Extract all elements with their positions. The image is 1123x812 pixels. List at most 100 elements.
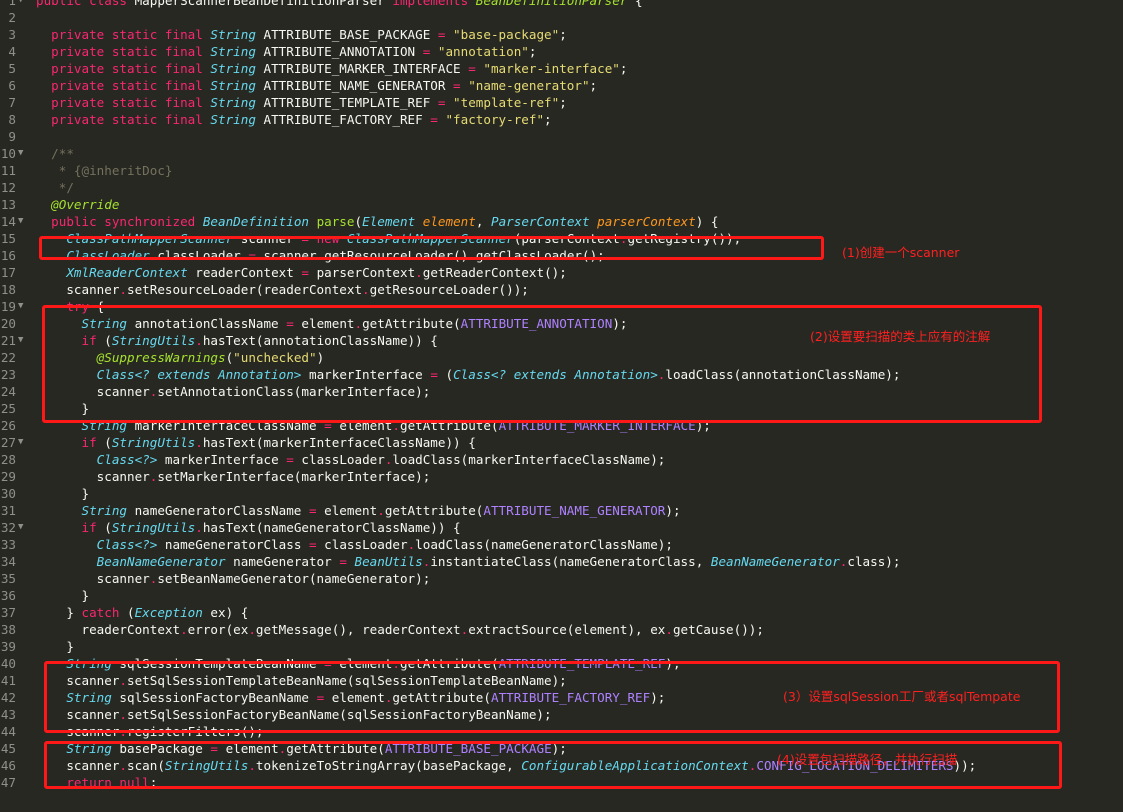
- line-number: 35: [0, 571, 16, 586]
- line-number: 31: [0, 503, 16, 518]
- code-token: =: [468, 61, 484, 76]
- code-text: XmlReaderContext readerContext = parserC…: [36, 264, 566, 281]
- line-number: 20: [0, 316, 16, 331]
- code-token: private static final: [51, 44, 211, 59]
- code-line[interactable]: 29 scanner.setMarkerInterface(markerInte…: [0, 468, 1123, 485]
- fold-arrow-icon[interactable]: ▼: [18, 434, 28, 451]
- code-token: "marker-interface": [483, 61, 620, 76]
- code-token: loadClass(markerInterfaceClassName);: [392, 452, 666, 467]
- line-number: 36: [0, 588, 16, 603]
- code-token: BeanUtils: [354, 554, 423, 569]
- code-token: MapperScannerBeanDefinitionParser: [134, 0, 393, 8]
- code-token: "template-ref": [453, 95, 560, 110]
- code-text: /**: [36, 145, 74, 162]
- code-token: .: [415, 265, 423, 280]
- code-token: ) {: [695, 214, 719, 229]
- line-number: 23: [0, 367, 16, 382]
- code-line[interactable]: 17 XmlReaderContext readerContext = pars…: [0, 264, 1123, 281]
- code-token: BeanDefinitionParser: [475, 0, 628, 8]
- code-line[interactable]: 14 ▼ public synchronized BeanDefinition p…: [0, 213, 1123, 230]
- line-number: 33: [0, 537, 16, 552]
- code-token: =: [286, 452, 302, 467]
- code-token: Element: [362, 214, 423, 229]
- line-number: 16: [0, 248, 16, 263]
- code-line[interactable]: 1 ▼ public class MapperScannerBeanDefiniti…: [0, 0, 1123, 9]
- code-token: }: [36, 486, 90, 501]
- code-line[interactable]: 8 private static final String ATTRIBUTE_…: [0, 111, 1123, 128]
- fold-arrow-icon[interactable]: ▼: [18, 519, 28, 536]
- code-token: getCause());: [672, 622, 764, 637]
- code-token: ;: [528, 44, 537, 59]
- code-token: ;: [544, 112, 552, 127]
- code-line[interactable]: 10 ▼ /**: [0, 145, 1123, 162]
- code-line[interactable]: 13 @Override: [0, 196, 1123, 213]
- line-number: 10: [0, 146, 16, 161]
- code-token: /**: [51, 146, 74, 161]
- code-line[interactable]: 32 ▼ if (StringUtils.hasText(nameGenerato…: [0, 519, 1123, 536]
- code-token: nameGeneratorClassName: [134, 503, 309, 518]
- line-number: 26: [0, 418, 16, 433]
- code-token: String: [210, 95, 264, 110]
- code-text: BeanNameGenerator nameGenerator = BeanUt…: [36, 553, 901, 570]
- code-line[interactable]: 2: [0, 9, 1123, 26]
- code-line[interactable]: 3 private static final String ATTRIBUTE_…: [0, 26, 1123, 43]
- annotation-note-3: (3）设置sqlSession工厂或者sqlTempate: [783, 689, 1021, 704]
- code-line[interactable]: 5 private static final String ATTRIBUTE_…: [0, 60, 1123, 77]
- code-line[interactable]: 11 * {@inheritDoc}: [0, 162, 1123, 179]
- code-token: Class<?>: [96, 537, 165, 552]
- line-number: 21: [0, 333, 16, 348]
- code-line[interactable]: 35 scanner.setBeanNameGenerator(nameGene…: [0, 570, 1123, 587]
- line-number: 13: [0, 197, 16, 212]
- fold-arrow-icon[interactable]: ▼: [18, 0, 28, 9]
- code-token: catch: [81, 605, 127, 620]
- code-line[interactable]: 7 private static final String ATTRIBUTE_…: [0, 94, 1123, 111]
- code-line[interactable]: 33 Class<?> nameGeneratorClass = classLo…: [0, 536, 1123, 553]
- code-token: =: [301, 265, 317, 280]
- code-token: classLoader: [324, 537, 408, 552]
- code-token: setResourceLoader(readerContext: [127, 282, 363, 297]
- code-line[interactable]: 4 private static final String ATTRIBUTE_…: [0, 43, 1123, 60]
- line-number: 7: [8, 95, 16, 110]
- code-line[interactable]: 31 String nameGeneratorClassName = eleme…: [0, 502, 1123, 519]
- code-line[interactable]: 36 }: [0, 587, 1123, 604]
- code-token: =: [437, 27, 454, 42]
- code-line[interactable]: 12 */: [0, 179, 1123, 196]
- code-text: * {@inheritDoc}: [36, 162, 173, 179]
- code-line[interactable]: 27 ▼ if (StringUtils.hasText(markerInterf…: [0, 434, 1123, 451]
- line-number: 39: [0, 639, 16, 654]
- code-token: error(ex: [187, 622, 249, 637]
- code-token: ATTRIBUTE_TEMPLATE_REF: [263, 95, 438, 110]
- code-token: parserContext: [316, 265, 416, 280]
- code-text: */: [36, 179, 74, 196]
- code-line[interactable]: 38 readerContext.error(ex.getMessage(), …: [0, 621, 1123, 638]
- code-token: String: [210, 61, 264, 76]
- code-token: scanner: [36, 282, 120, 297]
- code-line[interactable]: 39 }: [0, 638, 1123, 655]
- code-line[interactable]: 18 scanner.setResourceLoader(readerConte…: [0, 281, 1123, 298]
- line-number: 24: [0, 384, 16, 399]
- code-token: @Override: [51, 197, 120, 212]
- fold-arrow-icon[interactable]: ▼: [18, 332, 28, 349]
- code-line[interactable]: 9: [0, 128, 1123, 145]
- code-token: .: [195, 435, 203, 450]
- code-line[interactable]: 37 } catch (Exception ex) {: [0, 604, 1123, 621]
- code-token: hasText(markerInterfaceClassName)) {: [202, 435, 476, 450]
- code-text: private static final String ATTRIBUTE_MA…: [36, 60, 627, 77]
- fold-arrow-icon[interactable]: ▼: [18, 145, 28, 162]
- code-token: ATTRIBUTE_MARKER_INTERFACE: [263, 61, 469, 76]
- code-line[interactable]: 30 }: [0, 485, 1123, 502]
- fold-arrow-icon[interactable]: ▼: [18, 213, 28, 230]
- fold-arrow-icon[interactable]: ▼: [18, 298, 28, 315]
- code-text: if (StringUtils.hasText(markerInterfaceC…: [36, 434, 476, 451]
- line-number: 15: [0, 231, 16, 246]
- line-number: 37: [0, 605, 16, 620]
- code-line[interactable]: 6 private static final String ATTRIBUTE_…: [0, 77, 1123, 94]
- code-token: ATTRIBUTE_NAME_GENERATOR: [263, 78, 454, 93]
- line-number: 3: [8, 27, 16, 42]
- code-line[interactable]: 28 Class<?> markerInterface = classLoade…: [0, 451, 1123, 468]
- annotation-note-2: (2)设置要扫描的类上应有的注解: [810, 329, 991, 344]
- code-line[interactable]: 34 BeanNameGenerator nameGenerator = Bea…: [0, 553, 1123, 570]
